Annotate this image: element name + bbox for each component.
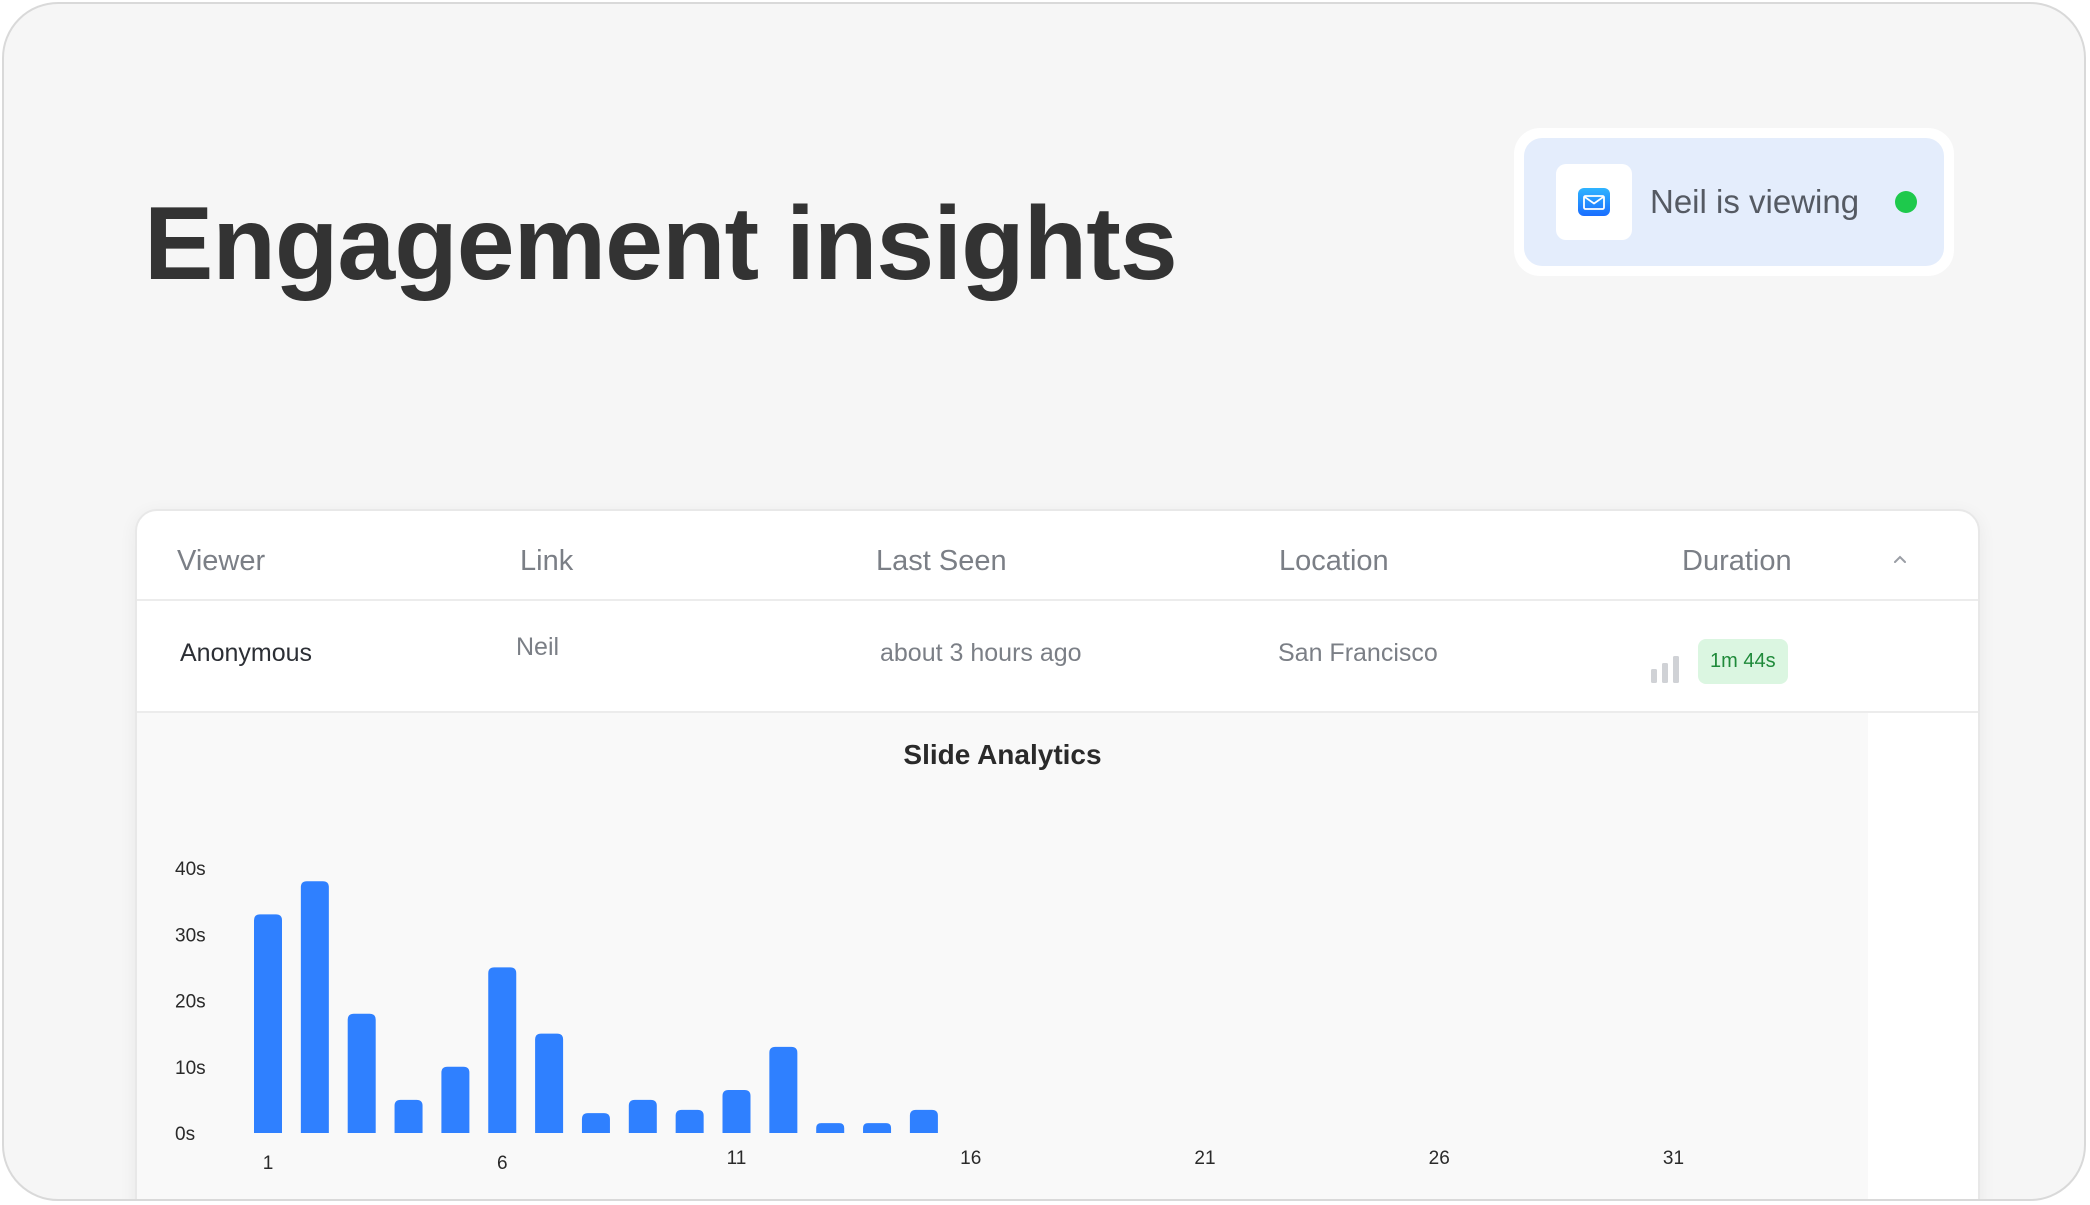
viewer-cell: Anonymous — [180, 639, 313, 667]
chart-bar[interactable] — [488, 967, 517, 1133]
column-header-duration[interactable]: Duration — [1682, 545, 1792, 578]
chart-bar[interactable] — [535, 1033, 564, 1133]
last-seen-cell: about 3 hours ago — [880, 639, 1082, 667]
chart-bar[interactable] — [722, 1089, 751, 1133]
chart-bar[interactable] — [581, 1113, 610, 1133]
chart-bar[interactable] — [441, 1066, 470, 1133]
chart-bar[interactable] — [675, 1109, 704, 1133]
signal-bars-icon — [1650, 653, 1682, 688]
live-status-dot — [1895, 191, 1918, 213]
duration-badge: 1m 44s — [1698, 639, 1788, 684]
table-row[interactable]: Anonymous Neil about 3 hours ago San Fra… — [137, 601, 1978, 713]
slide-analytics-chart: 0s10s20s30s40s161116212631364146 — [175, 859, 1684, 1174]
viewing-status-text: Neil is viewing — [1650, 183, 1860, 220]
x-tick-label: 16 — [960, 1148, 981, 1169]
location-cell: San Francisco — [1278, 639, 1438, 667]
column-header-link[interactable]: Link — [520, 545, 573, 578]
chart-bar[interactable] — [816, 1123, 845, 1133]
x-tick-label: 21 — [1194, 1148, 1215, 1169]
chart-bar[interactable] — [769, 1046, 798, 1133]
page-title: Engagement insights — [144, 185, 1178, 302]
chart-bar[interactable] — [394, 1099, 423, 1133]
viewer-table-card: Viewer Link Last Seen Location Duration … — [135, 509, 1980, 1199]
chevron-up-icon[interactable] — [1893, 551, 1907, 569]
chart-bar[interactable] — [628, 1099, 657, 1133]
x-tick-label: 11 — [727, 1148, 747, 1169]
column-header-viewer[interactable]: Viewer — [177, 545, 265, 578]
viewing-status-pill[interactable]: Neil is viewing — [1524, 138, 1944, 266]
y-tick-label: 40s — [175, 859, 206, 880]
chart-bar[interactable] — [347, 1013, 376, 1133]
chart-bar[interactable] — [254, 914, 282, 1133]
chart-bar[interactable] — [300, 881, 329, 1133]
x-tick-label: 6 — [497, 1153, 508, 1174]
chart-bar[interactable] — [909, 1109, 938, 1133]
table-header: Viewer Link Last Seen Location Duration — [137, 511, 1978, 601]
viewing-status-card: Neil is viewing — [1514, 128, 1954, 276]
x-tick-label: 1 — [263, 1153, 274, 1174]
chart-bar[interactable] — [863, 1123, 892, 1133]
app-frame: Engagement insights Neil is viewing View… — [2, 2, 2086, 1201]
slide-analytics-panel: Slide Analytics 0s 10s 20s 30s 40s 1 6 11 16 21 26… — [137, 713, 1868, 1199]
mail-icon — [1556, 164, 1632, 240]
y-tick-label: 10s — [175, 1058, 206, 1079]
y-tick-label: 0s — [175, 1124, 195, 1145]
x-tick-label: 31 — [1663, 1148, 1684, 1169]
y-tick-label: 30s — [175, 925, 206, 946]
link-cell[interactable]: Neil — [516, 633, 559, 662]
y-tick-label: 20s — [175, 992, 206, 1013]
x-tick-label: 26 — [1429, 1148, 1450, 1169]
column-header-last-seen[interactable]: Last Seen — [876, 545, 1007, 578]
column-header-location[interactable]: Location — [1279, 545, 1389, 578]
